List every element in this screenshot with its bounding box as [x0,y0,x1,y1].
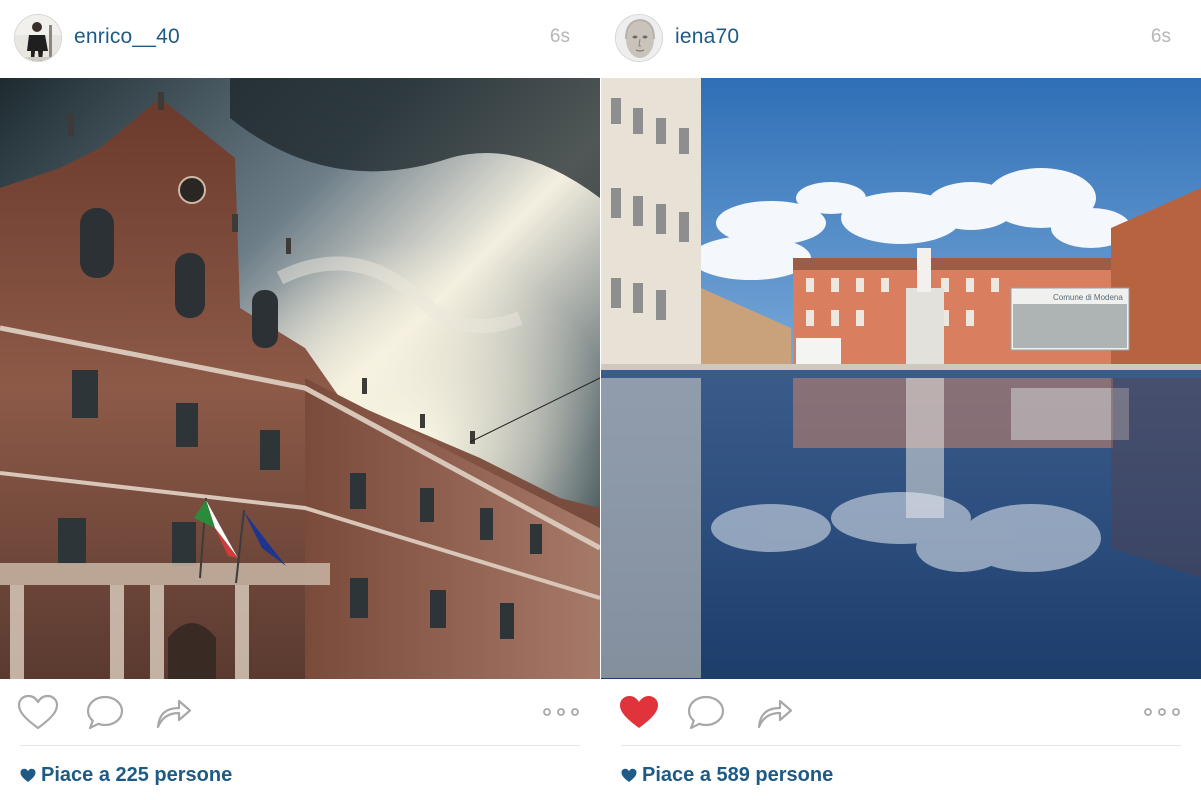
post-photo[interactable]: Comune di Modena [601,78,1201,679]
post-header: enrico__40 6s [0,0,600,78]
divider [20,745,580,746]
divider [621,745,1181,746]
ellipsis-icon[interactable] [1141,702,1183,722]
speech-bubble-icon[interactable] [85,694,127,732]
share-arrow-icon[interactable] [153,694,195,732]
small-heart-icon [621,768,637,782]
post-header: iena70 6s [601,0,1201,78]
heart-outline-icon[interactable] [17,694,59,732]
timestamp: 6s [549,26,570,47]
avatar[interactable] [615,14,663,62]
likes-count[interactable]: Piace a 225 persone [20,763,232,787]
likes-text: Piace a 225 persone [41,763,233,786]
heart-filled-icon[interactable] [618,694,660,732]
post-iena: iena70 6s Comune di Modena Piace a 589 p… [601,0,1201,800]
post-actions [0,679,600,747]
username[interactable]: enrico__40 [74,25,180,49]
share-arrow-icon[interactable] [754,694,796,732]
likes-count[interactable]: Piace a 589 persone [621,763,833,787]
username[interactable]: iena70 [675,25,739,49]
sign-text: Comune di Modena [1053,293,1123,302]
likes-text: Piace a 589 persone [642,763,834,786]
timestamp: 6s [1150,26,1171,47]
post-photo[interactable] [0,78,600,679]
post-actions [601,679,1201,747]
speech-bubble-icon[interactable] [686,694,728,732]
small-heart-icon [20,768,36,782]
ellipsis-icon[interactable] [540,702,582,722]
avatar[interactable] [14,14,62,62]
post-enrico: enrico__40 6s Piace a 225 persone [0,0,600,800]
